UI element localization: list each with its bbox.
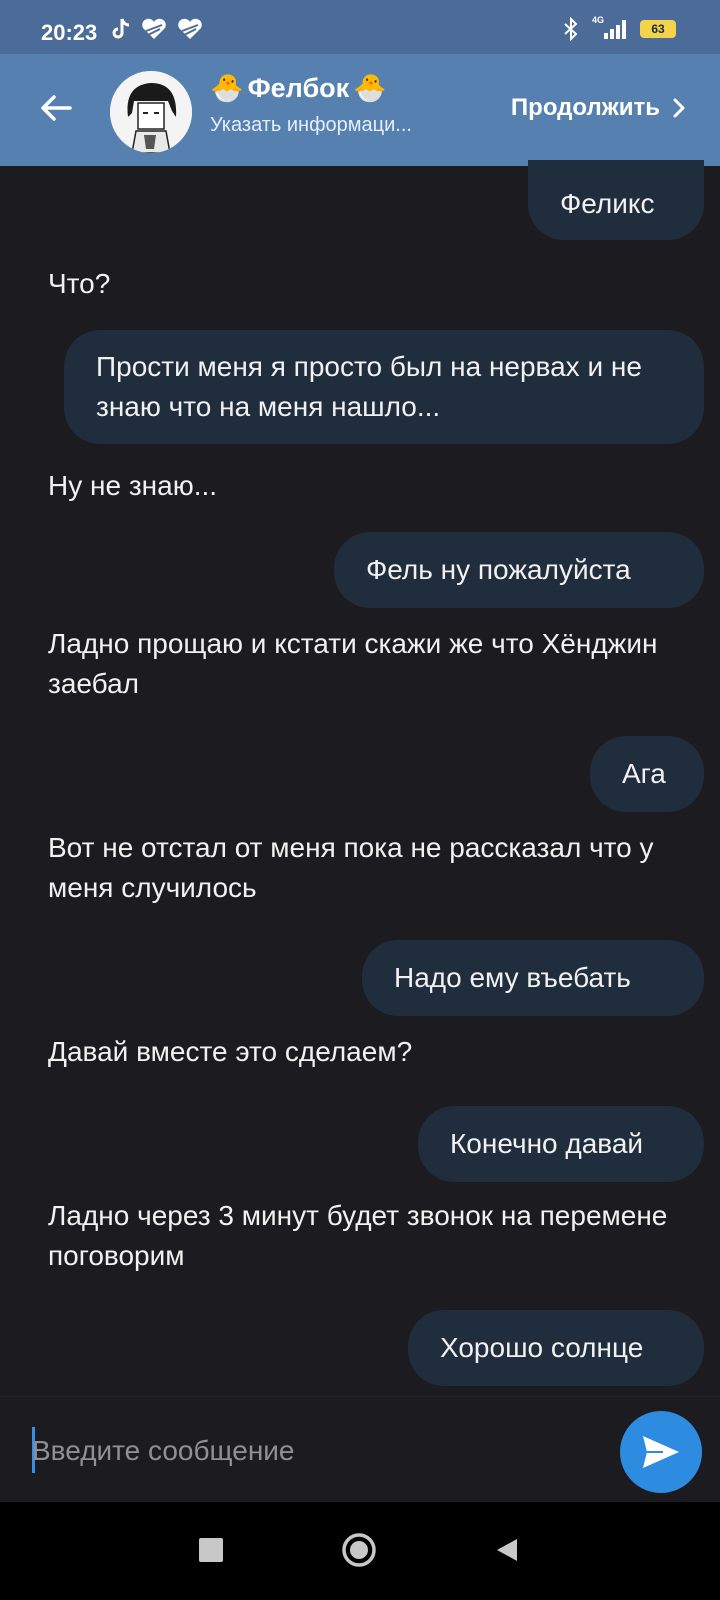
incoming-message[interactable]: Что? (48, 264, 668, 304)
status-system-icons: 4G 63 (562, 15, 676, 41)
message-text: Ага (622, 758, 666, 789)
outgoing-message[interactable]: Фель ну пожалуйста (334, 532, 704, 608)
outgoing-message[interactable]: Надо ему въебать (362, 940, 704, 1016)
heart-icon (142, 18, 166, 39)
recents-button[interactable] (199, 1538, 223, 1562)
message-list[interactable]: Феликс Что? Прости меня я просто был на … (0, 160, 720, 1396)
chat-header: 🐣 Фелбок 🐣 Указать информаци... Продолжи… (0, 54, 720, 166)
continue-label: Продолжить (510, 94, 660, 121)
chat-title-text: Фелбок (247, 72, 350, 103)
incoming-message[interactable]: Ладно через 3 минут будет звонок на пере… (48, 1196, 668, 1276)
chat-title: 🐣 Фелбок 🐣 (210, 72, 412, 104)
back-button[interactable] (493, 1536, 521, 1564)
status-notification-icons (110, 17, 204, 41)
message-text: Хорошо солнце (440, 1332, 644, 1363)
signal-icon: 4G (590, 15, 630, 41)
message-text: Феликс (560, 188, 655, 219)
continue-button[interactable]: Продолжить (511, 94, 686, 122)
home-button[interactable] (341, 1532, 377, 1568)
bluetooth-icon (564, 17, 578, 41)
network-type: 4G (592, 15, 605, 25)
status-bar: 20:23 4G 63 (0, 0, 720, 54)
battery-icon: 63 (640, 20, 676, 38)
chick-emoji-icon: 🐣 (353, 73, 387, 103)
chat-subtitle[interactable]: Указать информаци... (210, 114, 412, 137)
message-text: Конечно давай (450, 1128, 644, 1159)
incoming-message[interactable]: Ну не знаю... (48, 466, 668, 506)
message-text: Прости меня я просто был на нервах и не … (96, 351, 642, 422)
incoming-message[interactable]: Ладно прощаю и кстати скажи же что Хёндж… (48, 624, 668, 704)
avatar[interactable] (110, 71, 192, 153)
status-time: 20:23 (41, 20, 98, 45)
chevron-right-icon (673, 98, 685, 118)
outgoing-message[interactable]: Феликс (528, 160, 704, 240)
message-input[interactable] (30, 1427, 574, 1475)
outgoing-message[interactable]: Хорошо солнце (408, 1310, 704, 1386)
message-text: Надо ему въебать (394, 962, 631, 993)
heart-icon (178, 18, 202, 39)
back-arrow-icon[interactable] (36, 88, 76, 128)
system-navigation-bar (0, 1502, 720, 1600)
outgoing-message[interactable]: Прости меня я просто был на нервах и не … (64, 330, 704, 444)
message-text: Фель ну пожалуйста (366, 554, 631, 585)
incoming-message[interactable]: Давай вместе это сделаем? (48, 1032, 668, 1072)
chick-emoji-icon: 🐣 (210, 73, 244, 103)
message-input-bar (0, 1396, 720, 1503)
send-button[interactable] (620, 1411, 702, 1493)
tiktok-icon (112, 18, 130, 39)
outgoing-message[interactable]: Конечно давай (418, 1106, 704, 1182)
outgoing-message[interactable]: Ага (590, 736, 704, 812)
incoming-message[interactable]: Вот не отстал от меня пока не рассказал … (48, 828, 668, 908)
send-icon (643, 1436, 679, 1468)
